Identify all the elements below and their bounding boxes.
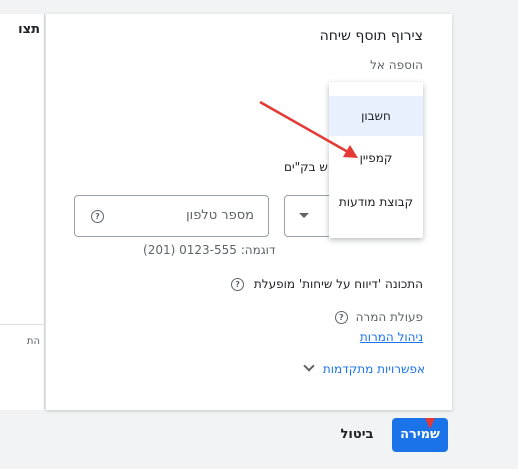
annotation-marker	[425, 418, 435, 429]
annotation-arrow	[259, 100, 358, 158]
annotation-arrow-line	[259, 100, 349, 154]
save-button[interactable]: שמירה	[392, 418, 448, 452]
cancel-button[interactable]: ביטול	[330, 418, 384, 452]
